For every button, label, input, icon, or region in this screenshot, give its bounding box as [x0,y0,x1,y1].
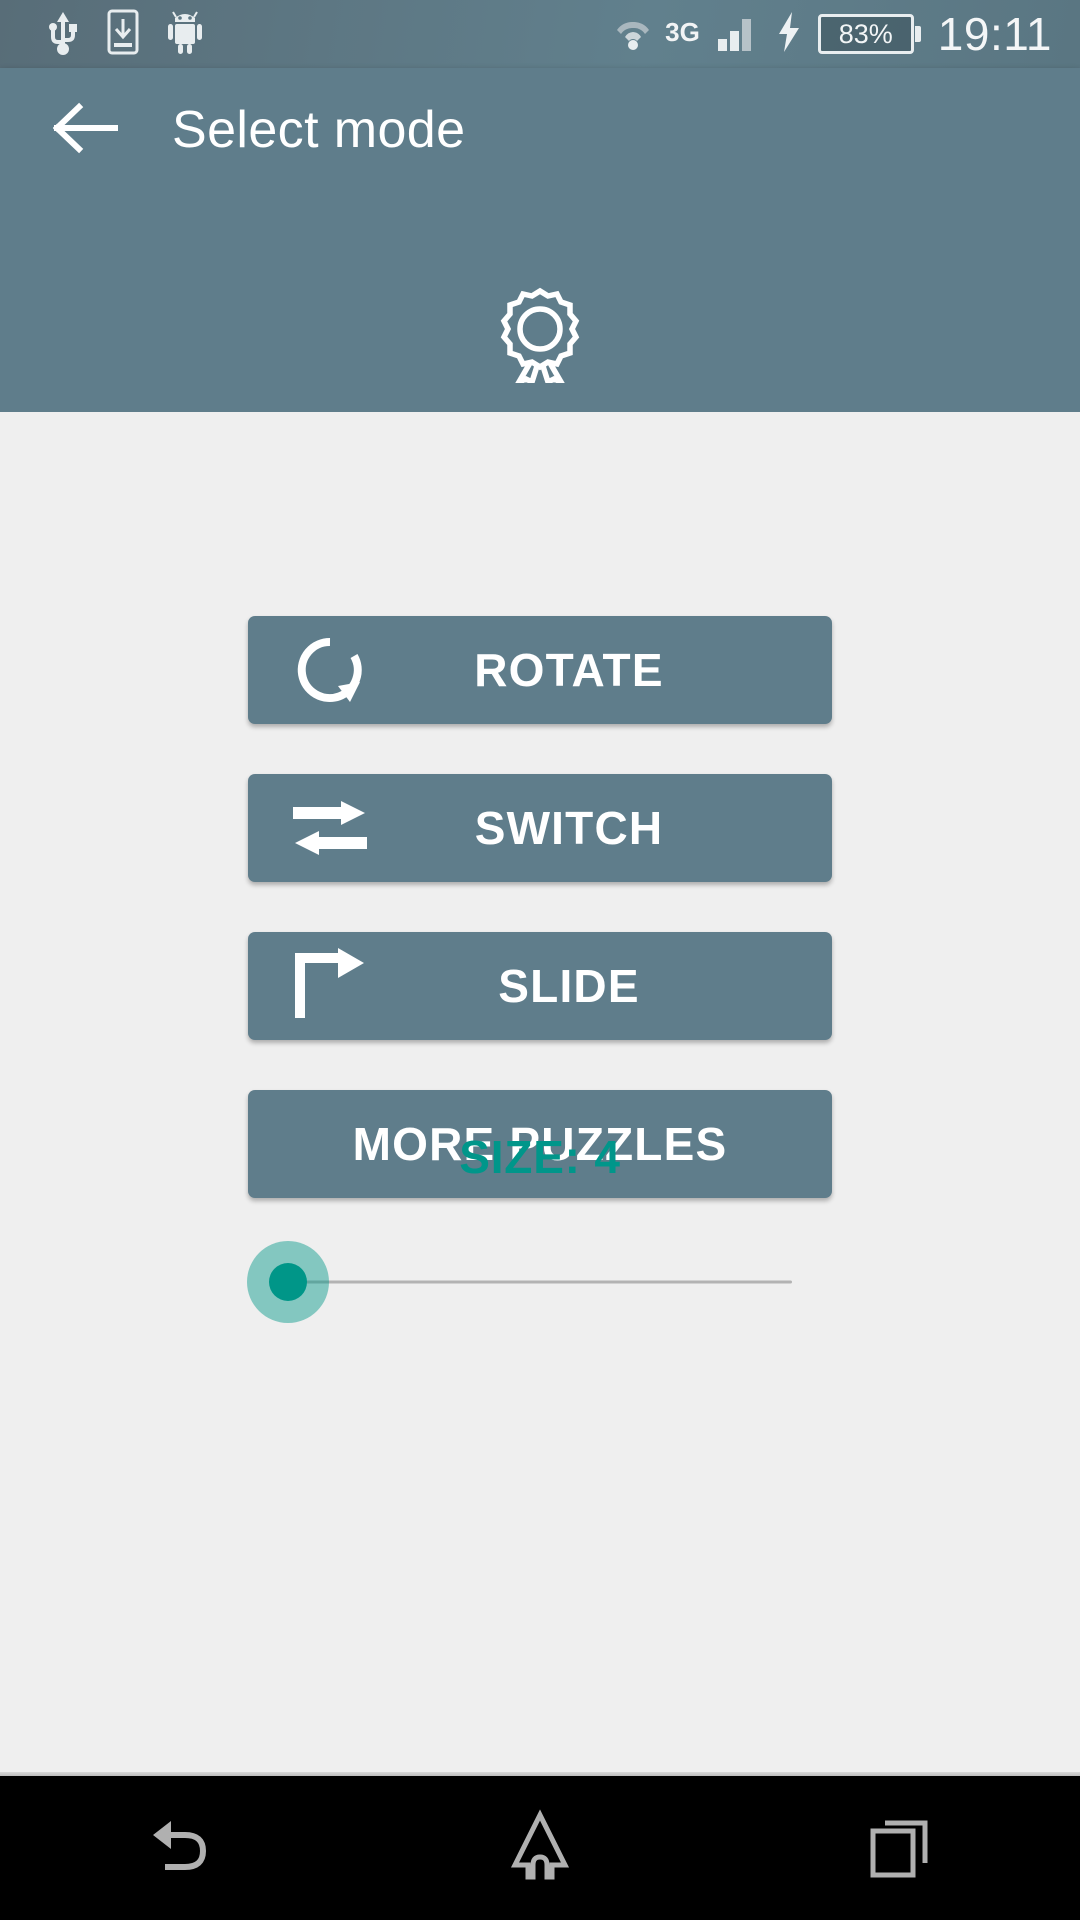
back-button[interactable] [48,92,124,168]
mode-button-rotate[interactable]: ROTATE [248,616,832,724]
mode-button-list: ROTATE SWITCH SLIDE MORE PUZZLES [0,616,1080,1198]
size-slider[interactable] [0,1232,1080,1332]
battery-nub [914,26,921,42]
battery-box: 83% [817,14,914,54]
arrow-left-icon [52,102,119,159]
size-setting: SIZE: 4 [0,1130,1080,1332]
slider-thumb-dot [269,1263,307,1301]
usb-icon [46,9,80,60]
mode-button-slide[interactable]: SLIDE [248,932,832,1040]
network-type-label: 3G [665,16,700,47]
nav-back-button[interactable] [100,1776,260,1920]
home-nav-icon [503,1808,577,1888]
app-screen: 3G 83% 19:11 Select mode ROTATE SWITCH S… [0,0,1080,1920]
android-nav-bar [0,1776,1080,1920]
award-ribbon-icon [492,283,588,388]
slider-track[interactable] [288,1280,792,1284]
swap-arrows-icon [288,786,372,870]
status-bar-left-icons [46,9,204,60]
charging-bolt-icon [776,11,802,58]
nav-recents-button[interactable] [820,1776,980,1920]
signal-bars-icon [716,11,760,58]
status-bar-right-icons: 3G 83% 19:11 [611,11,1052,58]
size-label: SIZE: 4 [459,1131,621,1183]
status-bar-clock: 19:11 [937,8,1052,60]
back-nav-icon [143,1809,217,1888]
status-bar: 3G 83% 19:11 [0,0,1080,68]
slider-thumb[interactable] [247,1241,329,1323]
achievements-button[interactable] [480,280,600,390]
mode-button-switch[interactable]: SWITCH [248,774,832,882]
android-robot-icon [166,10,204,59]
wifi-icon [611,12,655,57]
page-title: Select mode [172,101,466,159]
app-bar: Select mode [0,68,1080,412]
battery-percent-label: 83% [838,18,893,49]
download-to-device-icon [106,9,140,60]
battery-indicator: 83% [817,14,921,54]
turn-right-arrow-icon [288,944,372,1028]
recents-nav-icon [863,1809,937,1888]
rotate-clockwise-icon [288,628,372,712]
nav-home-button[interactable] [460,1776,620,1920]
main-content: ROTATE SWITCH SLIDE MORE PUZZLES SIZE: 4 [0,412,1080,1776]
app-bar-row: Select mode [0,68,1080,192]
